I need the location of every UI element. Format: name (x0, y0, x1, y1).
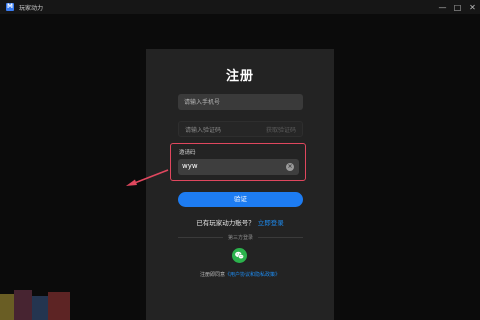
deco-block-yellow (0, 294, 14, 320)
arrow-icon (126, 169, 169, 186)
deco-block-red (48, 292, 70, 320)
background-decoration (0, 290, 80, 320)
deco-block-blue (32, 296, 48, 320)
deco-block-purple (14, 290, 32, 320)
